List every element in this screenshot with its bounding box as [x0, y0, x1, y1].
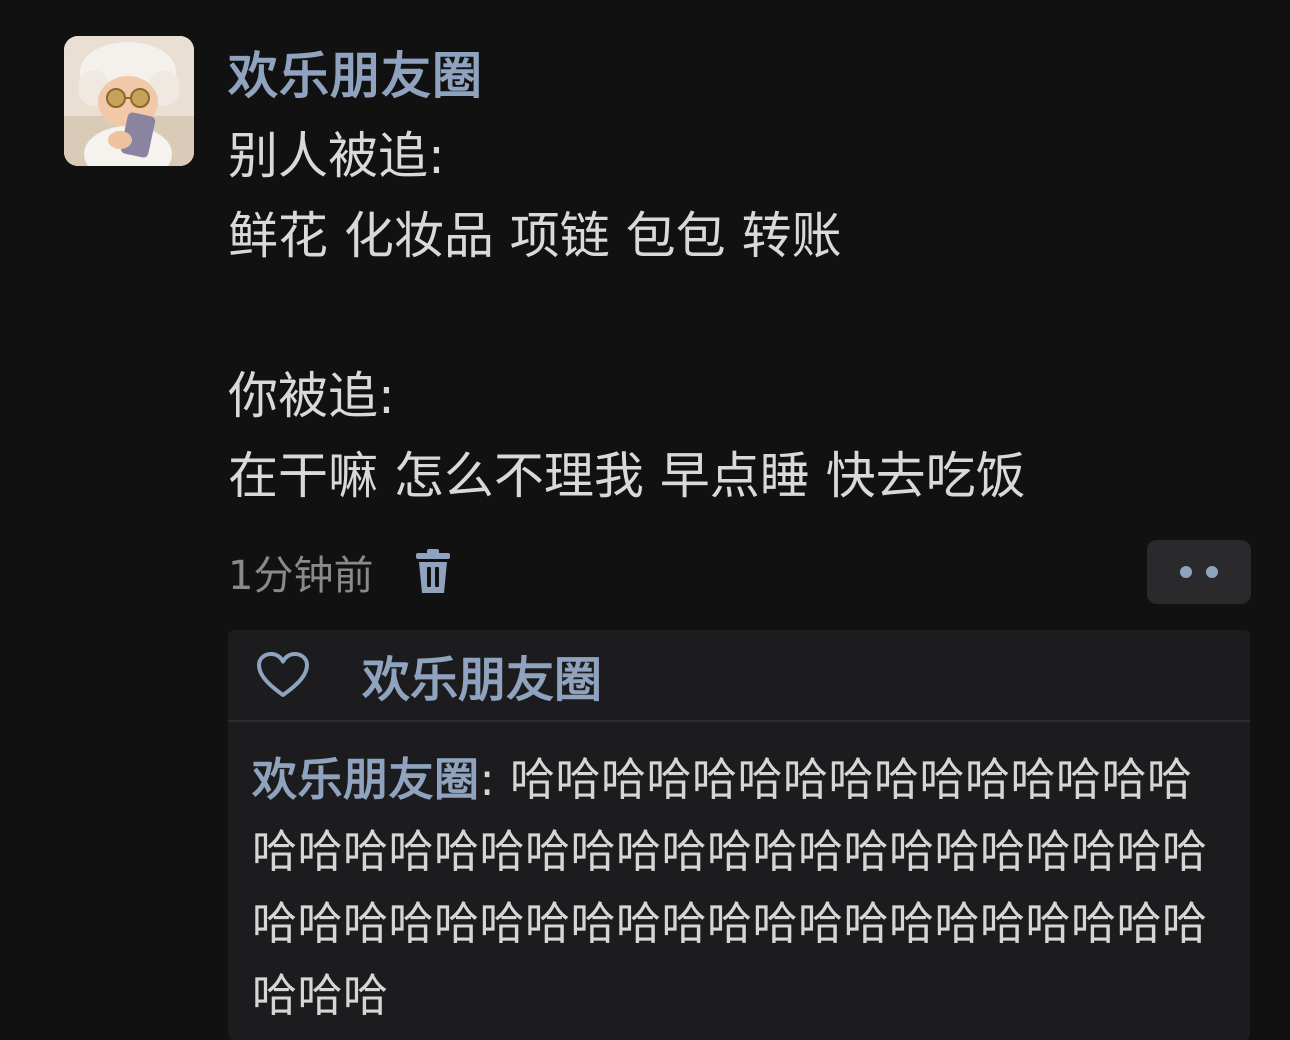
liked-by-name[interactable]: 欢乐朋友圈 — [362, 640, 602, 710]
more-actions-button[interactable] — [1147, 540, 1251, 604]
delete-button[interactable] — [411, 546, 455, 598]
comment-author-name[interactable]: 欢乐朋友圈 — [252, 753, 480, 806]
post-timestamp: 1分钟前 — [228, 553, 374, 599]
avatar[interactable] — [64, 36, 194, 166]
avatar-image — [64, 36, 194, 166]
post-text-line: 别人被追: — [228, 127, 445, 185]
trash-icon — [416, 549, 451, 593]
post-text-blank-line — [228, 276, 1248, 356]
heart-icon — [256, 651, 312, 699]
comment-separator: : — [479, 753, 510, 806]
post-text-line: 你被追: — [228, 367, 395, 425]
post-text-line: 在干嘛 怎么不理我 早点睡 快去吃饭 — [228, 447, 1026, 505]
post-text: 别人被追: 鲜花 化妆品 项链 包包 转账 你被追: 在干嘛 怎么不理我 早点睡… — [228, 116, 1248, 516]
more-dots-icon — [1206, 566, 1218, 578]
post-meta: 1分钟前 — [228, 540, 455, 604]
likes-row: 欢乐朋友圈 — [228, 630, 1250, 722]
moments-post-page: 欢乐朋友圈 别人被追: 鲜花 化妆品 项链 包包 转账 你被追: 在干嘛 怎么不… — [0, 0, 1290, 1040]
interactions-panel: 欢乐朋友圈 欢乐朋友圈: 哈哈哈哈哈哈哈哈哈哈哈哈哈哈哈哈哈哈哈哈哈哈哈哈哈哈哈… — [228, 630, 1250, 1040]
post-author-name[interactable]: 欢乐朋友圈 — [228, 40, 1248, 112]
comment-item[interactable]: 欢乐朋友圈: 哈哈哈哈哈哈哈哈哈哈哈哈哈哈哈哈哈哈哈哈哈哈哈哈哈哈哈哈哈哈哈哈哈… — [228, 722, 1250, 1032]
post-content: 欢乐朋友圈 别人被追: 鲜花 化妆品 项链 包包 转账 你被追: 在干嘛 怎么不… — [228, 40, 1248, 516]
post-text-line: 鲜花 化妆品 项链 包包 转账 — [228, 207, 842, 265]
more-dots-icon — [1180, 566, 1192, 578]
